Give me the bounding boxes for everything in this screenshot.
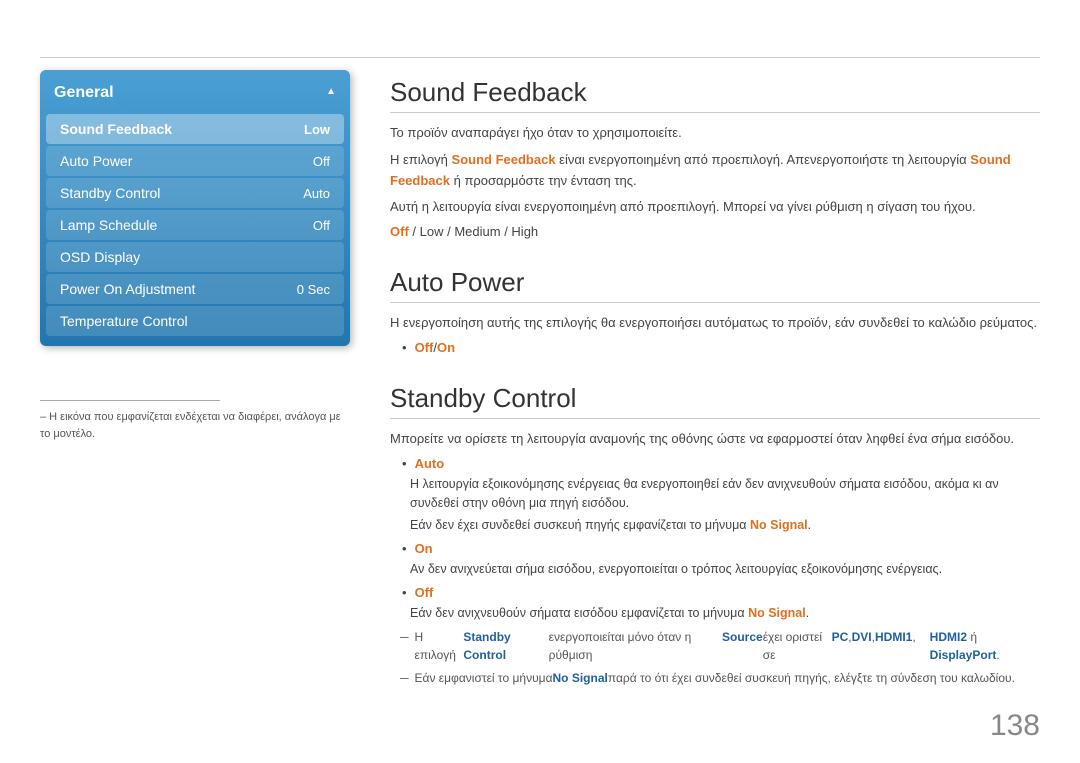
standby-bullet-on: On	[402, 541, 1040, 556]
note1-or: ή	[967, 630, 977, 644]
standby-control-para1: Μπορείτε να ορίσετε τη λειτουργία αναμον…	[390, 429, 1040, 450]
auto-power-title: Auto Power	[390, 267, 1040, 303]
footnote: – Η εικόνα που εμφανίζεται ενδέχεται να …	[40, 400, 350, 442]
note1-pc: PC	[832, 628, 849, 646]
sidebar-item-label: Auto Power	[60, 153, 132, 169]
bullet-on-label: On	[415, 541, 433, 556]
sidebar-item-label: Temperature Control	[60, 313, 188, 329]
para2-middle: είναι ενεργοποιημένη από προεπιλογή. Απε…	[556, 152, 971, 167]
standby-bullet-off: Off	[402, 585, 1040, 600]
note2-nosignal: No Signal	[553, 669, 608, 687]
sidebar-item-label: Standby Control	[60, 185, 160, 201]
note1-prefix: Η επιλογή	[415, 628, 464, 664]
option-high: High	[511, 224, 538, 239]
sidebar-item-temperature-control[interactable]: Temperature Control	[46, 306, 344, 336]
note1-hdmi1: HDMI1	[875, 628, 912, 646]
note1-hdmi2-wrap: HDMI2 ή DisplayPort.	[916, 628, 1040, 664]
standby-note2: Εάν εμφανιστεί το μήνυμα No Signal παρά …	[400, 669, 1040, 687]
note2-suffix: παρά το ότι έχει συνδεθεί συσκευή πηγής,…	[608, 669, 1015, 687]
option-off: Off	[390, 224, 409, 239]
page-number: 138	[990, 709, 1040, 743]
bullet-auto-label: Auto	[415, 456, 445, 471]
sidebar-item-value: 0 Sec	[297, 282, 330, 297]
standby-auto-text: Η λειτουργία εξοικονόμησης ενέργειας θα …	[410, 475, 1040, 513]
sidebar-item-value: Off	[313, 154, 330, 169]
sidebar-item-label: OSD Display	[60, 249, 140, 265]
para2-highlight1: Sound Feedback	[452, 152, 556, 167]
sidebar-item-sound-feedback[interactable]: Sound Feedback Low	[46, 114, 344, 144]
sep3: /	[501, 224, 512, 239]
sidebar-item-label: Power On Adjustment	[60, 281, 195, 297]
bullet-off-label: Off	[415, 585, 434, 600]
sidebar-title: General	[40, 78, 350, 112]
auto-power-off: Off	[415, 340, 434, 355]
sound-feedback-options: Off / Low / Medium / High	[390, 224, 1040, 239]
sidebar-panel: General Sound Feedback Low Auto Power Of…	[40, 70, 350, 346]
sidebar: General Sound Feedback Low Auto Power Of…	[40, 70, 350, 346]
sidebar-item-label: Sound Feedback	[60, 121, 172, 137]
sidebar-item-value: Off	[313, 218, 330, 233]
note1-middle2: έχει οριστεί σε	[763, 628, 832, 664]
standby-control-title: Standby Control	[390, 383, 1040, 419]
note1-middle1: ενεργοποιείται μόνο όταν η ρύθμιση	[549, 628, 722, 664]
off-text-prefix: Εάν δεν ανιχνευθούν σήματα εισόδου εμφαν…	[410, 606, 748, 620]
para2-suffix: ή προσαρμόστε την ένταση της.	[450, 173, 637, 188]
sound-feedback-para1: Το προϊόν αναπαράγει ήχο όταν το χρησιμο…	[390, 123, 1040, 144]
nosignal-label: No Signal	[750, 518, 808, 532]
off-nosignal-suffix: .	[806, 606, 809, 620]
standby-auto-nosignal: Εάν δεν έχει συνδεθεί συσκευή πηγής εμφα…	[410, 516, 1040, 535]
note1-dvi: DVI	[852, 628, 872, 646]
option-low: Low	[420, 224, 444, 239]
standby-note1: Η επιλογή Standby Control ενεργοποιείται…	[400, 628, 1040, 664]
para2-prefix: Η επιλογή	[390, 152, 452, 167]
sep1: /	[409, 224, 420, 239]
sound-feedback-title: Sound Feedback	[390, 77, 1040, 113]
note1-displayport: DisplayPort	[930, 648, 997, 662]
off-nosignal: No Signal	[748, 606, 806, 620]
sidebar-item-value: Low	[304, 122, 330, 137]
note1-hdmi2: HDMI2	[930, 630, 967, 644]
note1-suffix: .	[996, 648, 999, 662]
option-medium: Medium	[454, 224, 500, 239]
sidebar-item-standby-control[interactable]: Standby Control Auto	[46, 178, 344, 208]
sidebar-item-osd-display[interactable]: OSD Display	[46, 242, 344, 272]
nosignal-suffix: .	[808, 518, 811, 532]
auto-power-options: Off / On	[402, 340, 1040, 355]
sidebar-item-lamp-schedule[interactable]: Lamp Schedule Off	[46, 210, 344, 240]
footnote-text: – Η εικόνα που εμφανίζεται ενδέχεται να …	[40, 409, 350, 442]
standby-on-text: Αν δεν ανιχνεύεται σήμα εισόδου, ενεργοπ…	[410, 560, 1040, 579]
note1-source: Source	[722, 628, 763, 646]
sidebar-item-power-on-adjustment[interactable]: Power On Adjustment 0 Sec	[46, 274, 344, 304]
sidebar-item-label: Lamp Schedule	[60, 217, 157, 233]
sound-feedback-para3: Αυτή η λειτουργία είναι ενεργοποιημένη α…	[390, 197, 1040, 218]
sep2: /	[443, 224, 454, 239]
nosignal-prefix: Εάν δεν έχει συνδεθεί συσκευή πηγής εμφα…	[410, 518, 750, 532]
auto-power-para1: Η ενεργοποίηση αυτής της επιλογής θα ενε…	[390, 313, 1040, 334]
sidebar-item-auto-power[interactable]: Auto Power Off	[46, 146, 344, 176]
standby-bullet-auto: Auto	[402, 456, 1040, 471]
sidebar-item-value: Auto	[303, 186, 330, 201]
auto-power-on: On	[437, 340, 455, 355]
standby-off-text: Εάν δεν ανιχνευθούν σήματα εισόδου εμφαν…	[410, 604, 1040, 623]
note2-prefix: Εάν εμφανιστεί το μήνυμα	[415, 669, 553, 687]
main-content: Sound Feedback Το προϊόν αναπαράγει ήχο …	[390, 57, 1040, 723]
footnote-divider	[40, 400, 220, 401]
note1-standby: Standby Control	[463, 628, 548, 664]
sound-feedback-para2: Η επιλογή Sound Feedback είναι ενεργοποι…	[390, 150, 1040, 192]
